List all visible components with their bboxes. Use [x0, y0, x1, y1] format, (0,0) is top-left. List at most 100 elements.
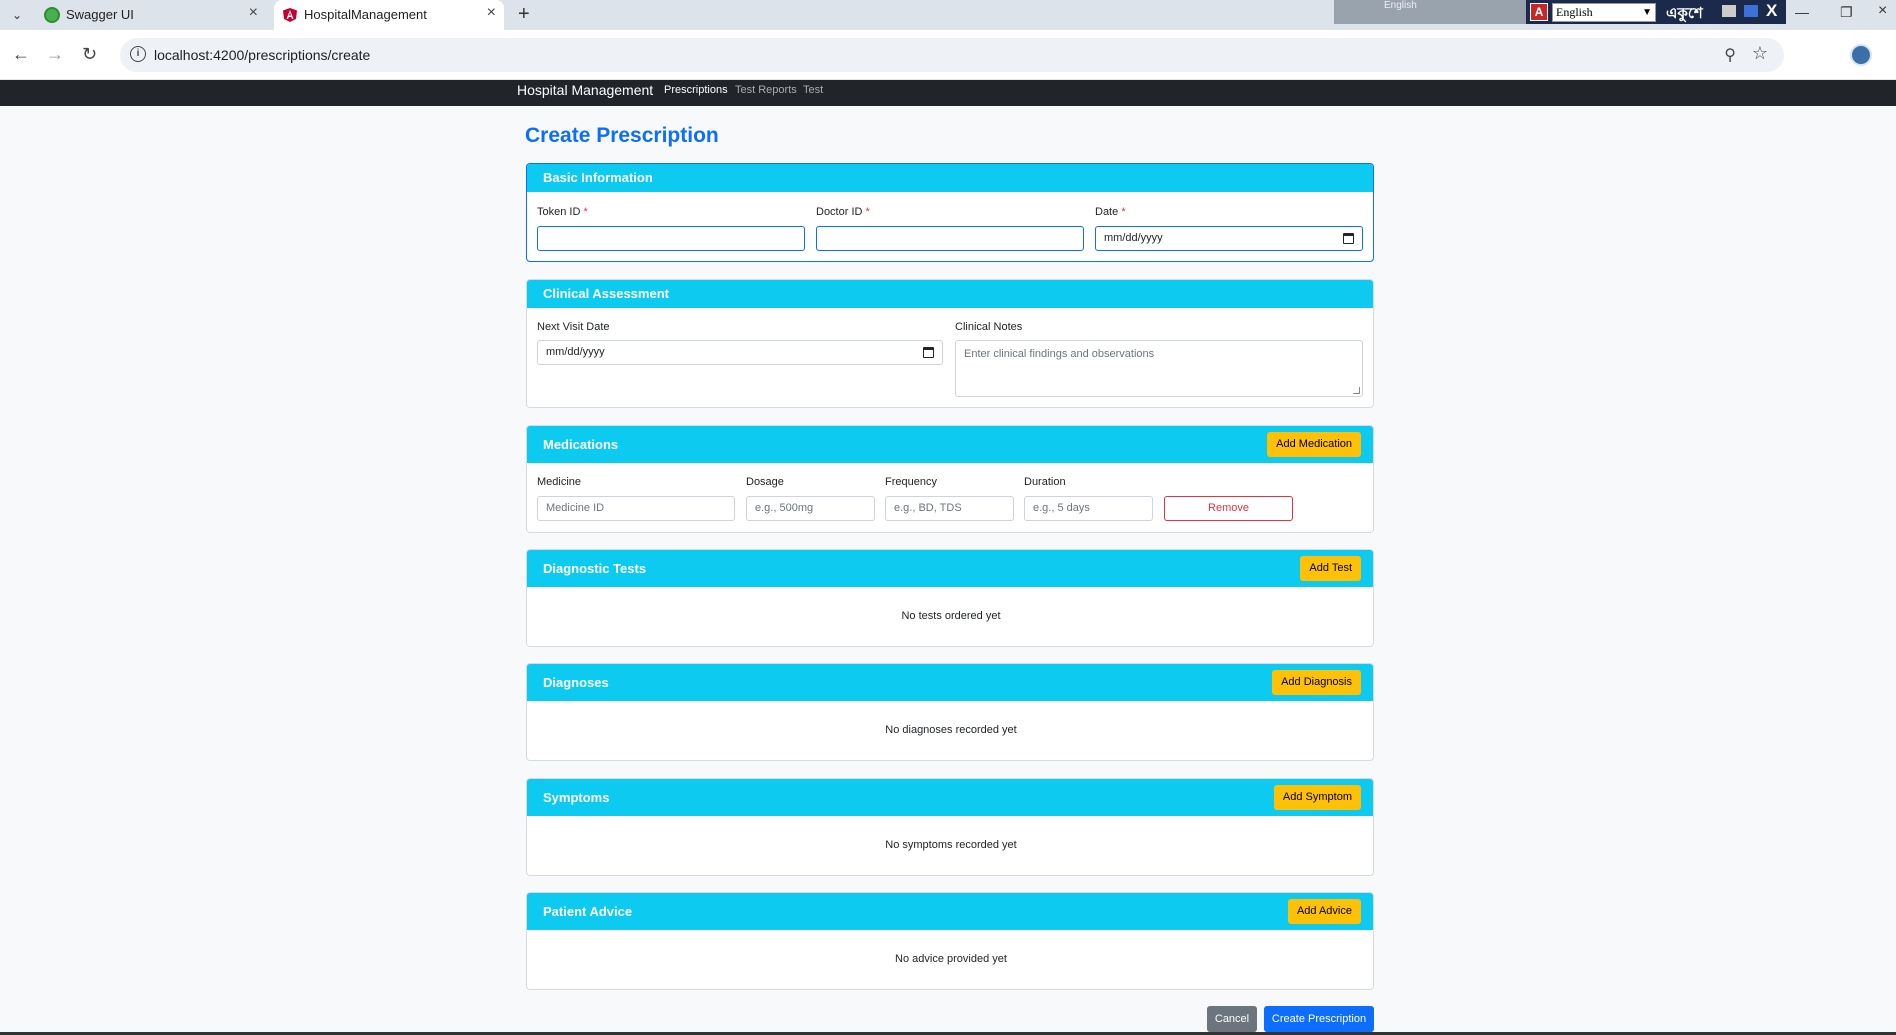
- window-icon[interactable]: [1744, 5, 1758, 17]
- close-icon[interactable]: ×: [249, 4, 258, 22]
- bookmark-star-icon[interactable]: ☆: [1752, 43, 1768, 64]
- doctor-id-input[interactable]: [816, 226, 1084, 251]
- card-header: Patient Advice Add Advice: [527, 893, 1373, 930]
- language-panel: A English ▼ একুশে X: [1526, 0, 1786, 24]
- script-label: একুশে: [1666, 5, 1703, 22]
- address-bar-row: ← → ↻ i localhost:4200/prescriptions/cre…: [0, 30, 1896, 80]
- calendar-icon[interactable]: [1343, 233, 1354, 244]
- app-navbar: Hospital Management Prescriptions Test R…: [0, 80, 1896, 106]
- swagger-icon: [44, 7, 60, 23]
- close-window-icon[interactable]: ×: [1878, 2, 1887, 20]
- language-select-value: English: [1556, 5, 1593, 19]
- new-tab-icon[interactable]: +: [518, 3, 530, 26]
- diagnoses-empty-text: No diagnoses recorded yet: [885, 724, 1017, 736]
- symptoms-empty-text: No symptoms recorded yet: [885, 839, 1017, 851]
- card-title: Patient Advice: [543, 904, 633, 919]
- card-title: Medications: [543, 437, 619, 452]
- keyboard-logo-icon: A: [1530, 3, 1548, 21]
- next-visit-label: Next Visit Date: [537, 321, 610, 333]
- angular-icon: [282, 7, 298, 23]
- card-header: Symptoms Add Symptom: [527, 779, 1373, 816]
- add-symptom-button[interactable]: Add Symptom: [1273, 785, 1361, 810]
- reload-icon[interactable]: ↻: [82, 44, 97, 65]
- frequency-input[interactable]: e.g., BD, TDS: [885, 496, 1014, 521]
- resize-grip-icon[interactable]: [1353, 387, 1360, 394]
- zoom-icon[interactable]: ⚲: [1724, 45, 1736, 65]
- card-header: Diagnoses Add Diagnosis: [527, 664, 1373, 701]
- browser-tabstrip: ⌄ Swagger UI × HospitalManagement × + En…: [0, 0, 1896, 30]
- cancel-button[interactable]: Cancel: [1207, 1006, 1257, 1032]
- token-id-input[interactable]: [537, 226, 805, 251]
- basic-information-card: Basic Information Token ID * Doctor ID *…: [526, 163, 1374, 262]
- medications-card: Medications Add Medication Medicine Medi…: [526, 425, 1374, 533]
- add-medication-button[interactable]: Add Medication: [1267, 432, 1361, 457]
- duration-input[interactable]: e.g., 5 days: [1024, 496, 1153, 521]
- notes-placeholder: Enter clinical findings and observations: [964, 348, 1155, 360]
- frequency-label: Frequency: [885, 476, 937, 488]
- add-diagnosis-button[interactable]: Add Diagnosis: [1272, 670, 1361, 695]
- diagnostic-tests-card: Diagnostic Tests Add Test No tests order…: [526, 549, 1374, 647]
- label-text: Token ID: [537, 206, 581, 218]
- tab-search-chevron-icon[interactable]: ⌄: [8, 6, 26, 24]
- date-placeholder: mm/dd/yyyy: [1104, 232, 1163, 244]
- card-header: Medications Add Medication: [527, 426, 1373, 463]
- nav-link-test-reports[interactable]: Test Reports: [735, 84, 797, 96]
- card-header: Clinical Assessment: [527, 280, 1373, 308]
- dosage-label: Dosage: [746, 476, 784, 488]
- nav-link-test[interactable]: Test: [803, 84, 823, 96]
- language-strip-label: English: [1384, 0, 1417, 11]
- keyboard-icon[interactable]: [1722, 5, 1736, 17]
- clinical-notes-label: Clinical Notes: [955, 321, 1023, 333]
- nav-link-prescriptions[interactable]: Prescriptions: [664, 84, 728, 96]
- token-id-label: Token ID *: [537, 206, 588, 218]
- browser-tab-title: Swagger UI: [66, 7, 134, 22]
- close-icon[interactable]: X: [1766, 1, 1777, 21]
- diagnoses-card: Diagnoses Add Diagnosis No diagnoses rec…: [526, 663, 1374, 761]
- tests-empty-text: No tests ordered yet: [901, 610, 1001, 622]
- symptoms-card: Symptoms Add Symptom No symptoms recorde…: [526, 778, 1374, 876]
- page-title: Create Prescription: [525, 124, 719, 147]
- create-prescription-button[interactable]: Create Prescription: [1264, 1006, 1374, 1032]
- forward-icon[interactable]: →: [46, 44, 64, 65]
- card-title: Diagnostic Tests: [543, 561, 647, 576]
- minimize-icon[interactable]: —: [1795, 4, 1809, 20]
- date-input[interactable]: mm/dd/yyyy: [1095, 226, 1363, 251]
- medicine-label: Medicine: [537, 476, 582, 488]
- clinical-notes-textarea[interactable]: Enter clinical findings and observations: [955, 340, 1363, 397]
- add-advice-button[interactable]: Add Advice: [1287, 899, 1361, 924]
- label-text: Doctor ID: [816, 206, 863, 218]
- dosage-input[interactable]: e.g., 500mg: [746, 496, 875, 521]
- next-visit-date-input[interactable]: mm/dd/yyyy: [537, 340, 943, 365]
- card-header: Diagnostic Tests Add Test: [527, 550, 1373, 587]
- label-text: Date: [1095, 206, 1119, 218]
- profile-avatar[interactable]: [1850, 44, 1872, 66]
- duration-label: Duration: [1024, 476, 1066, 488]
- language-toolbar: English A English ▼ একুশে X: [1334, 0, 1786, 24]
- omnibox[interactable]: i localhost:4200/prescriptions/create ⚲ …: [120, 38, 1784, 72]
- restore-icon[interactable]: ❐: [1840, 4, 1853, 21]
- medicine-id-input[interactable]: Medicine ID: [537, 496, 735, 521]
- card-title: Symptoms: [543, 790, 610, 805]
- site-info-icon[interactable]: i: [130, 46, 146, 62]
- date-label: Date *: [1095, 206, 1126, 218]
- advice-empty-text: No advice provided yet: [895, 953, 1007, 965]
- required-mark: *: [1121, 206, 1126, 218]
- required-mark: *: [583, 206, 588, 218]
- browser-tab-title: HospitalManagement: [304, 7, 427, 22]
- language-select[interactable]: English ▼: [1552, 3, 1656, 22]
- browser-tab-swagger[interactable]: Swagger UI ×: [36, 0, 266, 30]
- back-icon[interactable]: ←: [12, 44, 30, 65]
- required-mark: *: [865, 206, 870, 218]
- date-placeholder: mm/dd/yyyy: [546, 346, 605, 358]
- add-test-button[interactable]: Add Test: [1300, 556, 1361, 581]
- card-header: Basic Information: [527, 164, 1373, 192]
- browser-tab-hospital[interactable]: HospitalManagement ×: [274, 0, 504, 30]
- url-text[interactable]: localhost:4200/prescriptions/create: [154, 47, 370, 63]
- calendar-icon[interactable]: [923, 347, 934, 358]
- clinical-assessment-card: Clinical Assessment Next Visit Date mm/d…: [526, 279, 1374, 408]
- remove-medication-button[interactable]: Remove: [1164, 496, 1293, 521]
- close-icon[interactable]: ×: [487, 4, 496, 22]
- chevron-down-icon: ▼: [1642, 7, 1652, 18]
- patient-advice-card: Patient Advice Add Advice No advice prov…: [526, 892, 1374, 990]
- navbar-brand[interactable]: Hospital Management: [517, 82, 653, 98]
